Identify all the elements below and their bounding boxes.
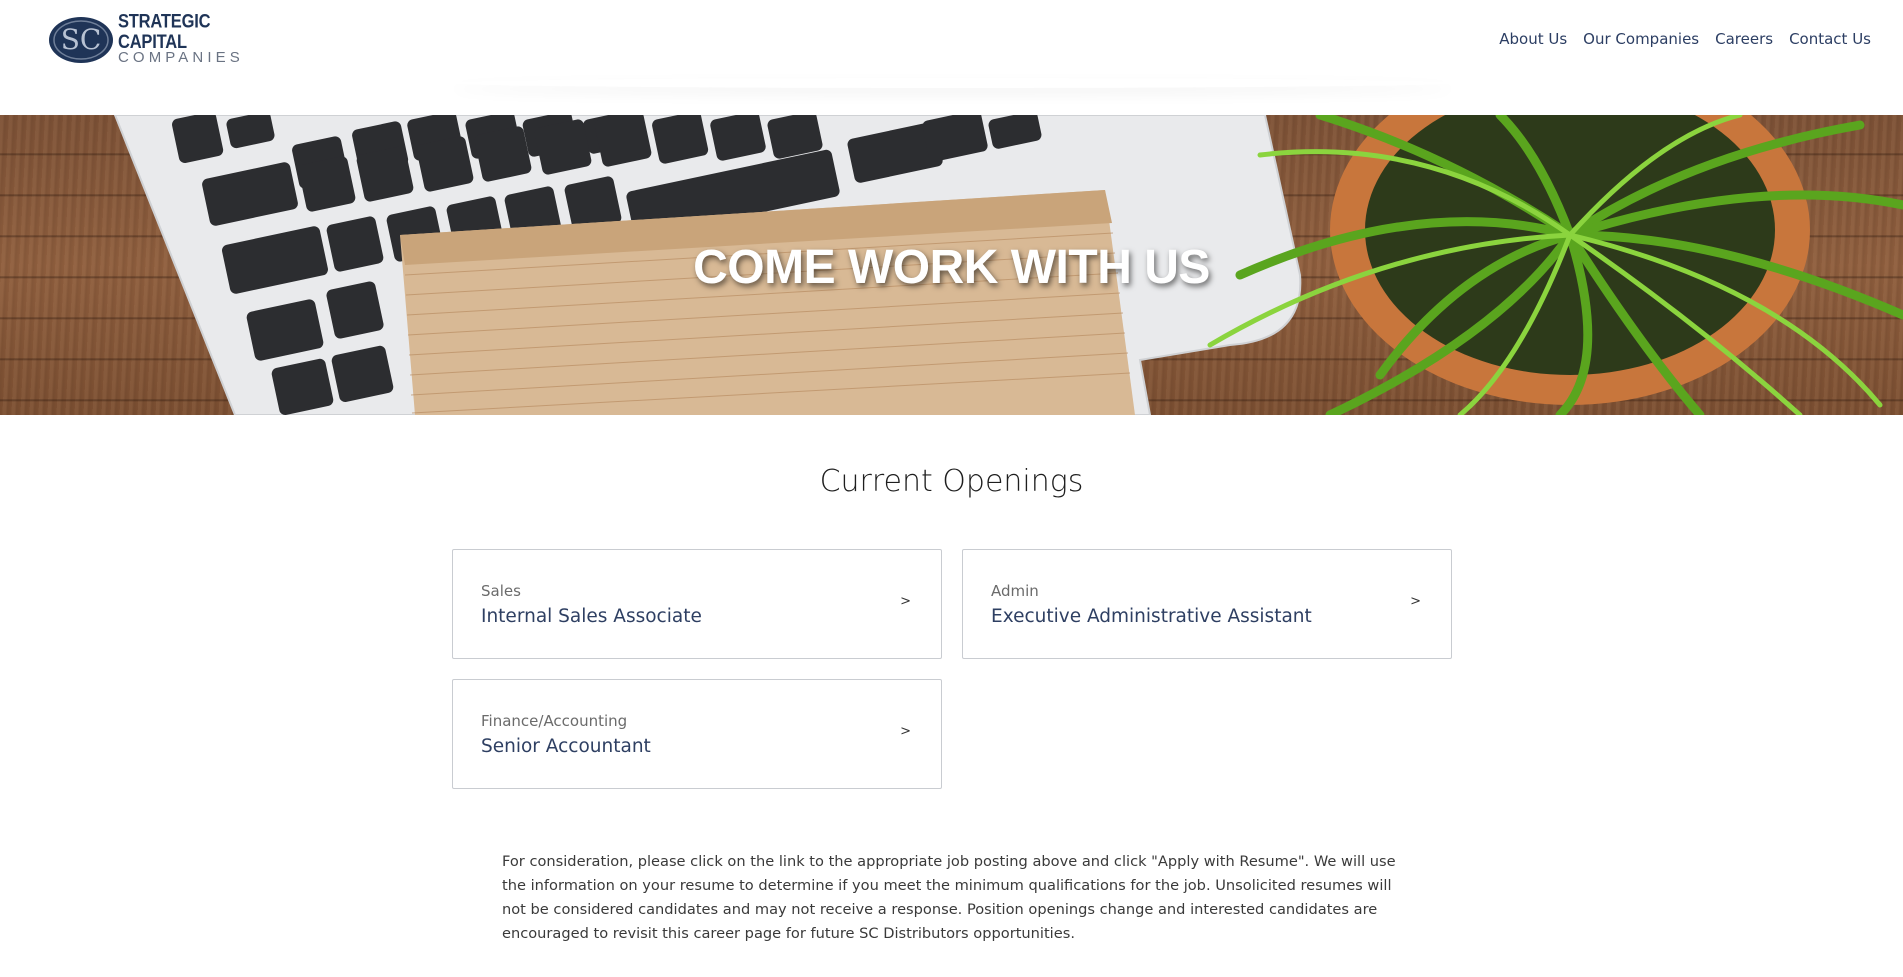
- application-note: For consideration, please click on the l…: [502, 853, 1396, 942]
- nav-our-companies[interactable]: Our Companies: [1583, 30, 1699, 48]
- job-card-executive-administrative-assistant[interactable]: Admin Executive Administrative Assistant…: [962, 549, 1452, 659]
- site-header: SC STRATEGIC CAPITAL COMPANIES About Us …: [0, 0, 1903, 80]
- job-card-internal-sales-associate[interactable]: Sales Internal Sales Associate >: [452, 549, 942, 659]
- header-shadow: [450, 78, 1455, 88]
- job-card-senior-accountant[interactable]: Finance/Accounting Senior Accountant >: [452, 679, 942, 789]
- main-nav: About Us Our Companies Careers Contact U…: [1499, 30, 1871, 48]
- logo-emblem: SC: [48, 15, 116, 65]
- hero-title: COME WORK WITH US: [693, 241, 1210, 294]
- nav-contact-us[interactable]: Contact Us: [1789, 30, 1871, 48]
- logo-initials: SC: [61, 23, 102, 56]
- logo-line-1: STRATEGIC CAPITAL: [118, 11, 211, 53]
- chevron-right-icon: >: [900, 724, 911, 739]
- chevron-right-icon: >: [1410, 594, 1421, 609]
- chevron-right-icon: >: [900, 594, 911, 609]
- job-category: Sales: [481, 582, 521, 600]
- job-category: Finance/Accounting: [481, 712, 628, 730]
- job-title[interactable]: Senior Accountant: [481, 736, 651, 757]
- nav-about-us[interactable]: About Us: [1499, 30, 1567, 48]
- job-title[interactable]: Executive Administrative Assistant: [991, 606, 1312, 627]
- nav-careers[interactable]: Careers: [1715, 30, 1773, 48]
- job-category: Admin: [991, 582, 1039, 600]
- hero-banner: COME WORK WITH US: [0, 115, 1903, 415]
- job-title[interactable]: Internal Sales Associate: [481, 606, 702, 627]
- current-openings-title: Current Openings: [819, 464, 1084, 499]
- company-logo[interactable]: SC STRATEGIC CAPITAL COMPANIES: [48, 11, 253, 66]
